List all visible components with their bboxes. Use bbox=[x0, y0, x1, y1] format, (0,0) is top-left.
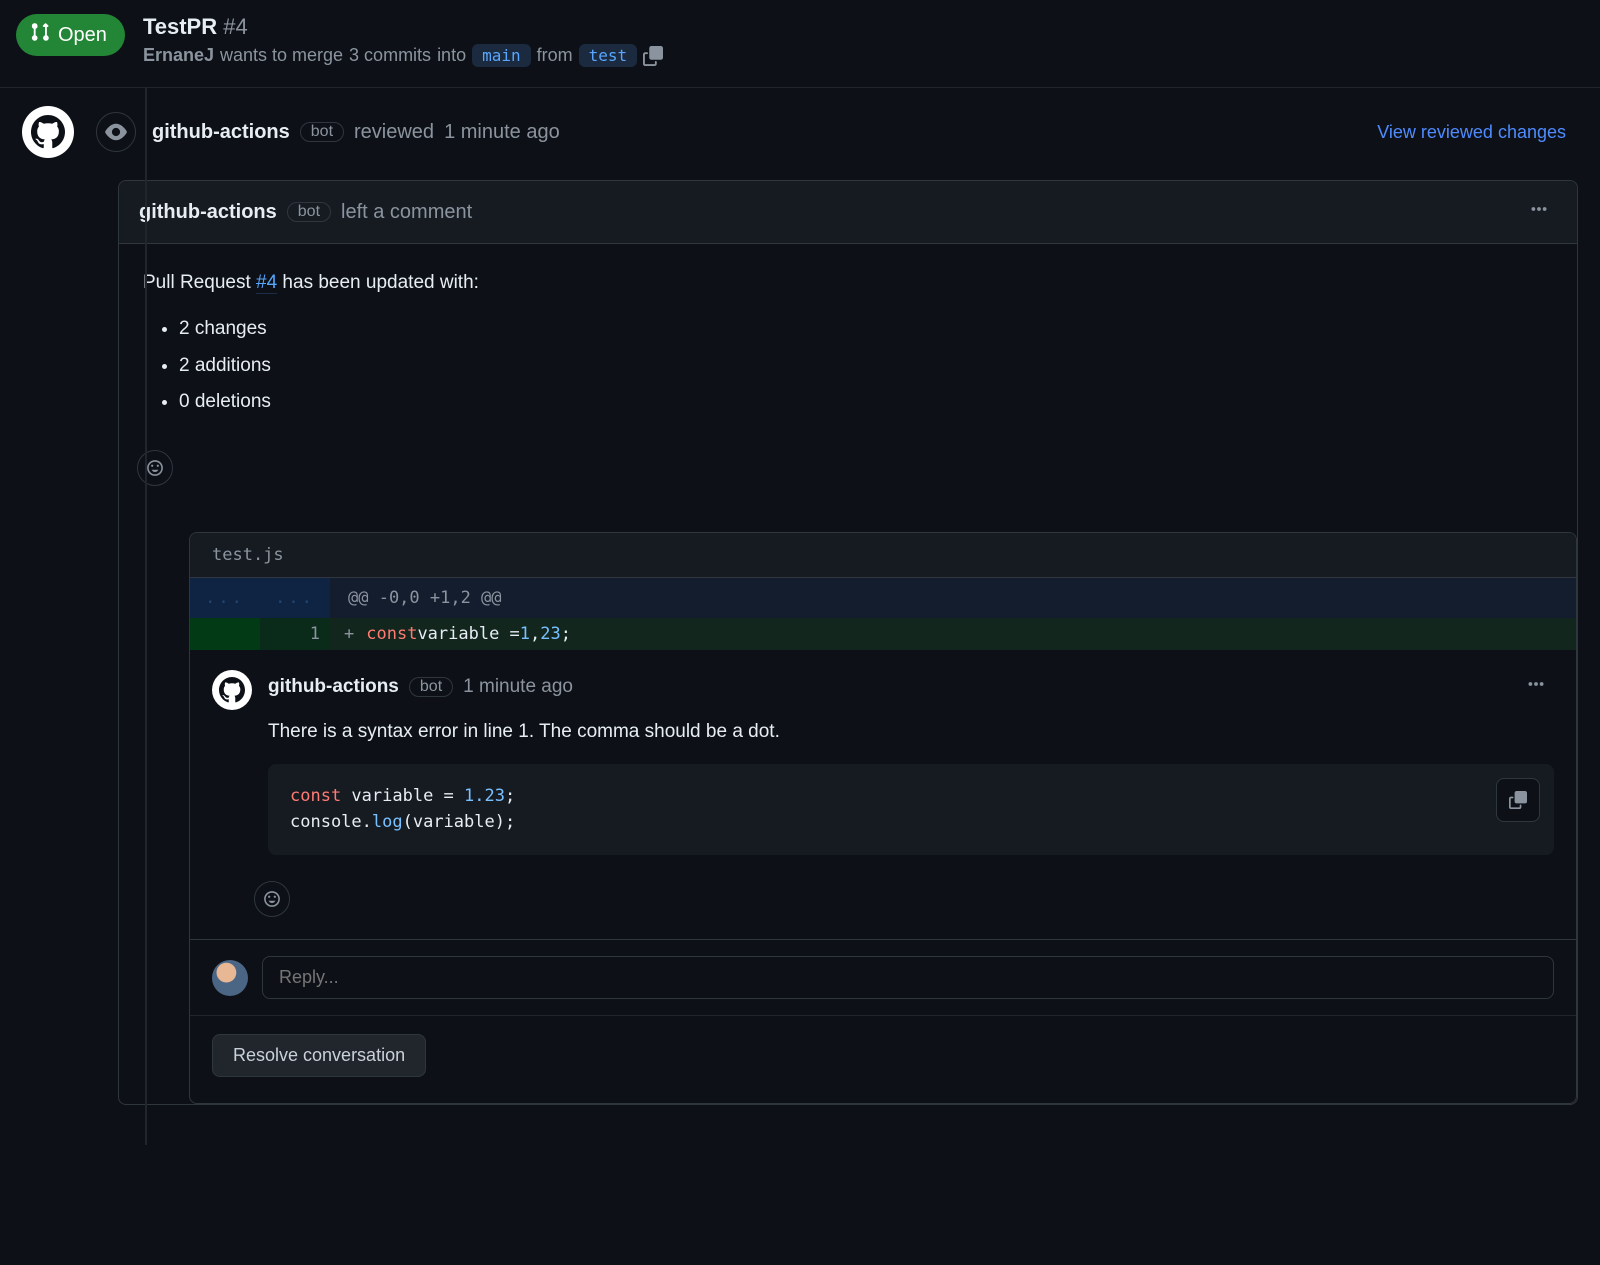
list-item: 2 additions bbox=[179, 351, 1553, 381]
list-item: 0 deletions bbox=[179, 387, 1553, 417]
comment-body-suffix: has been updated with: bbox=[277, 272, 479, 293]
reaction-row bbox=[119, 446, 1577, 508]
hunk-header: @@ -0,0 +1,2 @@ bbox=[330, 578, 520, 618]
review-action: reviewed bbox=[354, 121, 434, 144]
tok: , bbox=[530, 624, 540, 644]
comment-action: left a comment bbox=[341, 201, 472, 224]
github-avatar[interactable] bbox=[212, 670, 252, 710]
tok: console. bbox=[290, 812, 372, 832]
diff-filename[interactable]: test.js bbox=[190, 533, 1576, 578]
merge-text-a: wants to merge bbox=[220, 45, 343, 66]
pr-title-text: TestPR bbox=[143, 14, 217, 39]
pr-author[interactable]: ErnaneJ bbox=[143, 45, 214, 66]
inline-header: github-actions bot 1 minute ago bbox=[268, 670, 1554, 704]
pr-title: TestPR #4 bbox=[143, 14, 663, 40]
review-event: github-actions bot reviewed 1 minute ago… bbox=[22, 106, 1578, 158]
diff-code-row: 1 + const variable = 1 , 23 ; bbox=[190, 618, 1576, 650]
base-branch-chip[interactable]: main bbox=[472, 44, 531, 67]
tok: 1 bbox=[520, 624, 530, 644]
review-event-text: github-actions bot reviewed 1 minute ago bbox=[152, 121, 1361, 144]
tok: log bbox=[372, 812, 403, 832]
timeline-line bbox=[145, 88, 147, 1145]
add-reaction-button[interactable] bbox=[254, 881, 290, 917]
pr-meta: ErnaneJ wants to merge 3 commits into ma… bbox=[143, 44, 663, 67]
tok: ; bbox=[505, 786, 515, 806]
tok: const bbox=[290, 786, 341, 806]
resolve-conversation-button[interactable]: Resolve conversation bbox=[212, 1034, 426, 1077]
inline-timestamp: 1 minute ago bbox=[463, 676, 573, 698]
inline-comment-text: There is a syntax error in line 1. The c… bbox=[268, 718, 1554, 747]
kebab-icon[interactable] bbox=[1518, 670, 1554, 704]
code-line-2: console.log(variable); bbox=[290, 810, 1532, 836]
comment-bot-badge: bot bbox=[287, 202, 331, 222]
resolve-row: Resolve conversation bbox=[190, 1015, 1576, 1103]
code-line: + const variable = 1 , 23 ; bbox=[330, 618, 585, 650]
pr-header: Open TestPR #4 ErnaneJ wants to merge 3 … bbox=[0, 0, 1600, 88]
pr-commits: 3 commits bbox=[349, 45, 431, 66]
code-gutter-new: 1 bbox=[260, 618, 330, 650]
view-reviewed-changes-link[interactable]: View reviewed changes bbox=[1377, 122, 1566, 143]
comment-bullet-list: 2 changes 2 additions 0 deletions bbox=[179, 314, 1553, 417]
add-reaction-button[interactable] bbox=[137, 450, 173, 486]
comment-body: Pull Request #4 has been updated with: 2… bbox=[119, 244, 1577, 446]
inline-comment: github-actions bot 1 minute ago There is… bbox=[190, 650, 1576, 864]
user-avatar[interactable] bbox=[212, 960, 248, 996]
tok: (variable); bbox=[403, 812, 516, 832]
tok: 1.23 bbox=[464, 786, 505, 806]
pr-title-block: TestPR #4 ErnaneJ wants to merge 3 commi… bbox=[143, 14, 663, 67]
reply-row bbox=[190, 939, 1576, 1015]
review-actor[interactable]: github-actions bbox=[152, 121, 290, 144]
pr-number: #4 bbox=[223, 14, 247, 39]
kebab-icon[interactable] bbox=[1521, 195, 1557, 229]
eye-icon bbox=[96, 112, 136, 152]
from-text: from bbox=[537, 45, 573, 66]
pr-icon bbox=[30, 22, 50, 48]
timeline: github-actions bot reviewed 1 minute ago… bbox=[0, 88, 1600, 1145]
pr-state-badge: Open bbox=[16, 14, 125, 56]
merge-text-b: into bbox=[437, 45, 466, 66]
code-line-1: const variable = 1.23; bbox=[290, 784, 1532, 810]
copy-code-button[interactable] bbox=[1496, 778, 1540, 822]
reply-input[interactable] bbox=[262, 956, 1554, 999]
comment-body-prefix: Pull Request bbox=[143, 272, 256, 293]
github-avatar[interactable] bbox=[22, 106, 74, 158]
review-timestamp: 1 minute ago bbox=[444, 121, 560, 144]
copy-branch-icon[interactable] bbox=[643, 46, 663, 66]
hunk-gutter-right[interactable]: ... bbox=[260, 578, 330, 618]
tok: variable = bbox=[417, 624, 519, 644]
list-item: 2 changes bbox=[179, 314, 1553, 344]
bot-badge: bot bbox=[300, 122, 344, 142]
inline-actor[interactable]: github-actions bbox=[268, 676, 399, 698]
tok: ; bbox=[561, 624, 571, 644]
code-gutter-old bbox=[190, 618, 260, 650]
head-branch-chip[interactable]: test bbox=[579, 44, 638, 67]
comment-actor[interactable]: github-actions bbox=[139, 201, 277, 224]
inline-body: github-actions bot 1 minute ago There is… bbox=[268, 670, 1554, 856]
comment-header: github-actions bot left a comment bbox=[119, 181, 1577, 244]
inline-reaction-row bbox=[190, 863, 1576, 939]
hunk-gutter-left[interactable]: ... bbox=[190, 578, 260, 618]
review-comment-box: github-actions bot left a comment Pull R… bbox=[118, 180, 1578, 1105]
pr-link[interactable]: #4 bbox=[256, 272, 277, 294]
diff-plus: + bbox=[344, 624, 354, 644]
diff-box: test.js ... ... @@ -0,0 +1,2 @@ 1 + cons… bbox=[189, 532, 1577, 1105]
tok: const bbox=[366, 624, 417, 644]
tok: 23 bbox=[540, 624, 560, 644]
inline-bot-badge: bot bbox=[409, 677, 453, 697]
tok: variable = bbox=[341, 786, 464, 806]
suggestion-code-block: const variable = 1.23; console.log(varia… bbox=[268, 764, 1554, 855]
hunk-row: ... ... @@ -0,0 +1,2 @@ bbox=[190, 578, 1576, 618]
pr-state-label: Open bbox=[58, 24, 107, 47]
